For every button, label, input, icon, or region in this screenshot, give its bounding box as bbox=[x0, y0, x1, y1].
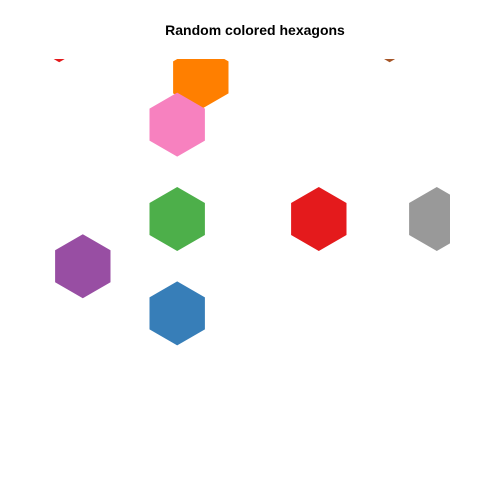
hexagon-1 bbox=[53, 59, 65, 63]
hexagon-layer bbox=[53, 59, 450, 346]
hexagon-6 bbox=[149, 187, 205, 251]
hexagon-8 bbox=[409, 187, 450, 251]
hexagon-7 bbox=[291, 187, 347, 251]
chart-canvas: Random colored hexagons bbox=[0, 0, 480, 480]
hexagon-3 bbox=[384, 59, 396, 63]
hexagon-10 bbox=[149, 281, 205, 346]
hexagon-chart: Random colored hexagons bbox=[53, 22, 450, 346]
chart-title: Random colored hexagons bbox=[165, 22, 345, 38]
hexagon-9 bbox=[55, 234, 111, 299]
